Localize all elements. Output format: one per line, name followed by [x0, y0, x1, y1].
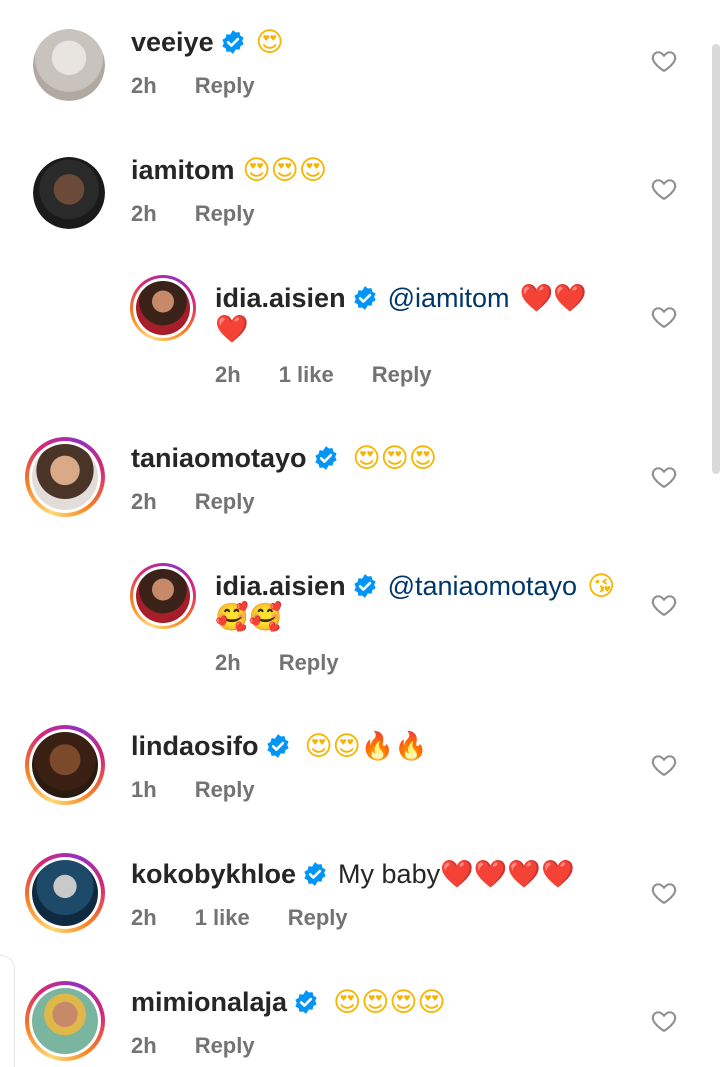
username[interactable]: veeiye — [131, 27, 214, 57]
likes-count[interactable]: 1 like — [195, 905, 250, 930]
heart-outline-icon[interactable] — [650, 463, 678, 491]
reply-button[interactable]: Reply — [195, 777, 255, 802]
comment-text: My baby — [338, 859, 441, 889]
comment-text: 😘 — [587, 571, 616, 602]
likes-count[interactable]: 1 like — [279, 362, 334, 387]
avatar[interactable] — [130, 563, 196, 629]
timestamp: 2h — [131, 201, 157, 226]
heart-outline-icon[interactable] — [650, 591, 678, 619]
heart-outline-icon[interactable] — [650, 175, 678, 203]
comment-text: ❤️❤️ — [519, 283, 587, 314]
timestamp: 2h — [131, 905, 157, 930]
username[interactable]: kokobykhloe — [131, 859, 296, 889]
reply-button[interactable]: Reply — [372, 362, 432, 387]
avatar[interactable] — [25, 437, 105, 517]
comment-emoji: ❤️❤️❤️❤️ — [440, 859, 575, 890]
heart-outline-icon[interactable] — [650, 303, 678, 331]
verified-badge-icon — [353, 286, 376, 310]
scrollbar[interactable] — [712, 44, 720, 474]
sheet-edge — [0, 955, 15, 1067]
comment-text: 😍😍😍 — [352, 443, 437, 474]
heart-outline-icon[interactable] — [650, 1007, 678, 1035]
avatar[interactable] — [25, 725, 105, 805]
timestamp: 2h — [131, 489, 157, 514]
timestamp: 1h — [131, 777, 157, 802]
timestamp: 2h — [215, 362, 241, 387]
username[interactable]: idia.aisien — [215, 571, 346, 601]
avatar[interactable] — [130, 275, 196, 341]
comment-text: 😍😍😍 — [242, 155, 327, 186]
avatar[interactable] — [25, 853, 105, 933]
mention-link[interactable]: @iamitom — [388, 283, 510, 313]
reply-button[interactable]: Reply — [195, 73, 255, 98]
verified-badge-icon — [314, 446, 337, 470]
reply-button[interactable]: Reply — [195, 1033, 255, 1058]
comment-text: 😍😍😍😍 — [333, 987, 446, 1018]
comment-text: 😍 — [255, 27, 284, 58]
avatar[interactable] — [25, 981, 105, 1061]
heart-outline-icon[interactable] — [650, 751, 678, 779]
avatar[interactable] — [33, 157, 105, 229]
verified-badge-icon — [266, 734, 289, 758]
heart-outline-icon[interactable] — [650, 879, 678, 907]
heart-outline-icon[interactable] — [650, 47, 678, 75]
username[interactable]: iamitom — [131, 155, 235, 185]
comment-text-continued: ❤️ — [215, 314, 249, 345]
verified-badge-icon — [304, 862, 326, 886]
avatar[interactable] — [33, 29, 105, 101]
verified-badge-icon — [353, 574, 376, 598]
username[interactable]: taniaomotayo — [131, 443, 307, 473]
timestamp: 2h — [131, 1033, 157, 1058]
comment-text-continued: 🥰🥰 — [215, 602, 283, 633]
verified-badge-icon — [295, 990, 317, 1014]
timestamp: 2h — [215, 650, 241, 675]
verified-badge-icon — [221, 30, 244, 54]
reply-button[interactable]: Reply — [195, 201, 255, 226]
username[interactable]: idia.aisien — [215, 283, 346, 313]
reply-button[interactable]: Reply — [195, 489, 255, 514]
mention-link[interactable]: @taniaomotayo — [388, 571, 578, 601]
timestamp: 2h — [131, 73, 157, 98]
reply-button[interactable]: Reply — [288, 905, 348, 930]
comment-text: 😍😍🔥🔥 — [304, 731, 429, 762]
username[interactable]: lindaosifo — [131, 731, 259, 761]
username[interactable]: mimionalaja — [131, 987, 287, 1017]
reply-button[interactable]: Reply — [279, 650, 339, 675]
